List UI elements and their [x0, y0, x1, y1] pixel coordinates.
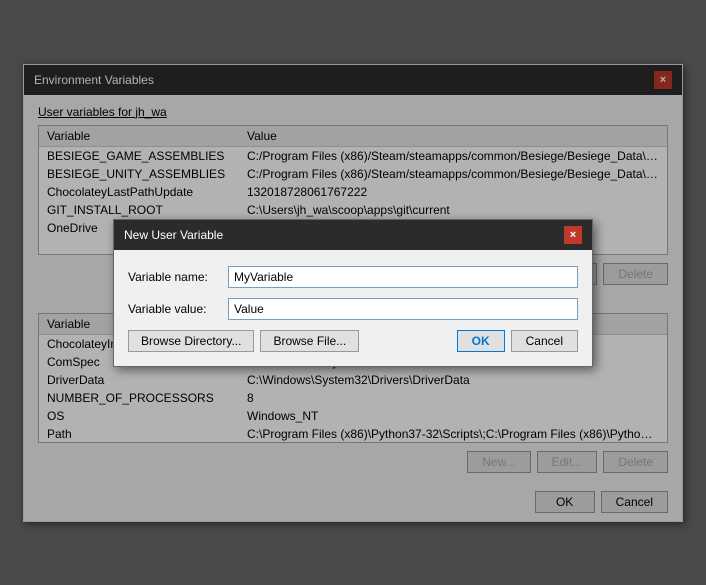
- variable-value-label: Variable value:: [128, 302, 228, 316]
- variable-value-row: Variable value:: [128, 298, 578, 320]
- browse-directory-button[interactable]: Browse Directory...: [128, 330, 254, 352]
- new-var-close-button[interactable]: ×: [564, 226, 582, 244]
- new-var-cancel-button[interactable]: Cancel: [511, 330, 578, 352]
- variable-name-input[interactable]: [228, 266, 578, 288]
- new-var-title: New User Variable: [124, 228, 223, 242]
- new-var-action-buttons: Browse Directory... Browse File... OK Ca…: [128, 330, 578, 356]
- new-user-variable-modal-overlay: New User Variable × Variable name: Varia…: [24, 65, 682, 521]
- new-user-variable-dialog: New User Variable × Variable name: Varia…: [113, 219, 593, 367]
- browse-file-button[interactable]: Browse File...: [260, 330, 359, 352]
- environment-variables-dialog: Environment Variables × User variables f…: [23, 64, 683, 522]
- variable-name-row: Variable name:: [128, 266, 578, 288]
- new-var-titlebar: New User Variable ×: [114, 220, 592, 250]
- new-var-ok-button[interactable]: OK: [457, 330, 505, 352]
- new-var-body: Variable name: Variable value: Browse Di…: [114, 250, 592, 366]
- variable-name-label: Variable name:: [128, 270, 228, 284]
- variable-value-input[interactable]: [228, 298, 578, 320]
